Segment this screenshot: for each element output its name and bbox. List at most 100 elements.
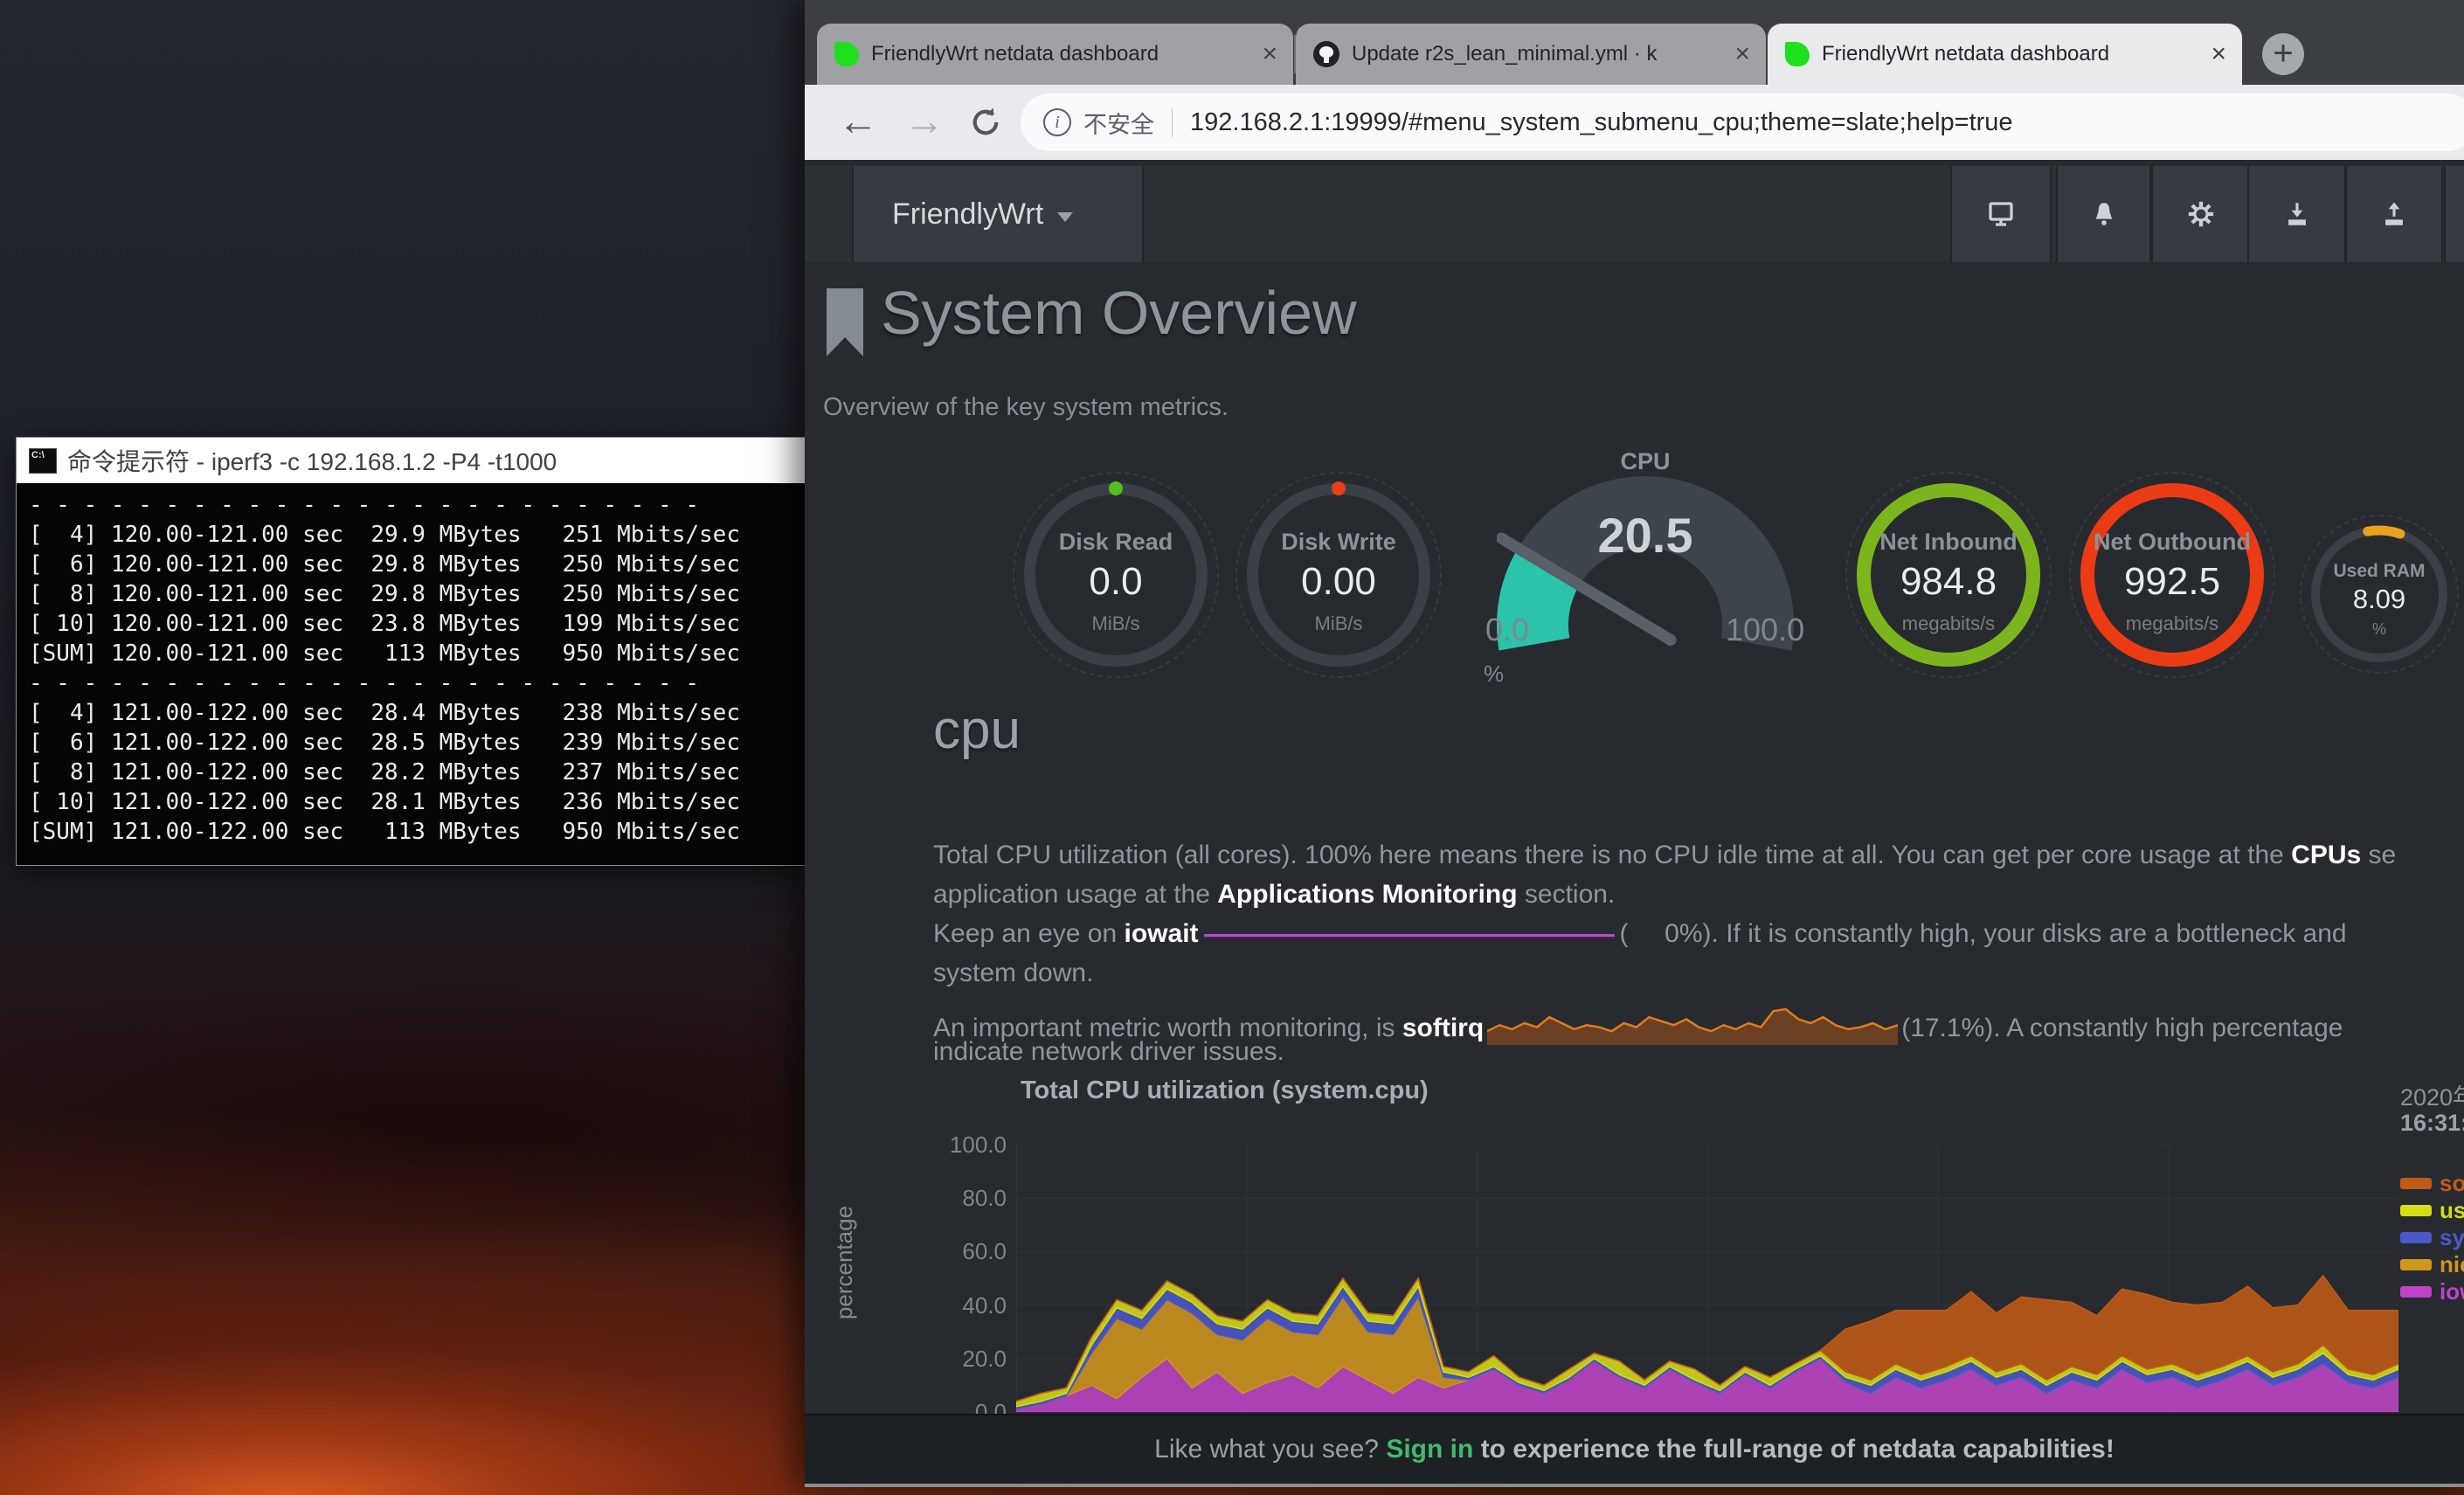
legend-item-iowait[interactable]: iowait — [2400, 1278, 2464, 1305]
browser-window: FriendlyWrt netdata dashboard × Update r… — [805, 0, 2464, 1487]
legend-swatch — [2400, 1259, 2432, 1270]
chart-timestamp-date: 2020年3 — [2400, 1078, 2464, 1112]
cpu-utilization-chart[interactable] — [1016, 1145, 2398, 1412]
close-icon[interactable]: × — [1734, 41, 1750, 67]
tab-github[interactable]: Update r2s_lean_minimal.yml · k × — [1296, 24, 1766, 85]
new-tab-button[interactable]: + — [2262, 33, 2304, 75]
github-icon — [1313, 41, 1339, 67]
softirq-value: 17.1% — [1910, 1014, 1984, 1043]
tab-friendlywrt-2-active[interactable]: FriendlyWrt netdata dashboard × — [1768, 24, 2242, 85]
text: ) — [1984, 1014, 1993, 1042]
close-icon[interactable]: × — [2211, 41, 2226, 67]
browser-window-edge — [805, 1484, 2464, 1487]
cpu-paragraph-line: system down. — [933, 959, 1093, 998]
chart-title: Total CPU utilization (system.cpu) — [1021, 1076, 1429, 1105]
gauge-net-outbound[interactable]: Net Outbound 992.5 megabits/s — [2080, 483, 2264, 667]
iowait-sparkline[interactable] — [1204, 931, 1615, 938]
brand-menu[interactable]: FriendlyWrt — [852, 166, 1144, 262]
cpu-paragraph-line: indicate network driver issues. — [933, 1037, 1284, 1076]
legend-swatch — [2400, 1286, 2432, 1298]
legend-item-nice[interactable]: nice — [2400, 1251, 2464, 1277]
tab-friendlywrt-1[interactable]: FriendlyWrt netdata dashboard × — [817, 24, 1293, 85]
y-tick: 100.0 — [926, 1132, 1007, 1159]
legend-swatch — [2400, 1232, 2432, 1243]
legend-swatch — [2400, 1178, 2432, 1189]
legend-label: nice — [2440, 1251, 2464, 1278]
legend-item-softirq[interactable]: softirq — [2400, 1170, 2464, 1196]
status-dot — [1332, 481, 1346, 495]
reload-icon[interactable] — [967, 104, 1004, 141]
gauge-value: 0.0 — [1024, 560, 1208, 604]
text: Keep an eye on — [933, 919, 1125, 948]
softirq-label: softirq — [1402, 1014, 1484, 1042]
cmd-icon: C:\ — [29, 448, 57, 474]
gauge-unit: megabits/s — [1857, 613, 2040, 635]
cpu-section-heading: cpu — [933, 699, 1021, 761]
gauge-net-inbound[interactable]: Net Inbound 984.8 megabits/s — [1857, 483, 2040, 667]
terminal-output[interactable]: - - - - - - - - - - - - - - - - - - - - … — [17, 483, 806, 865]
gauge-disk-write[interactable]: Disk Write 0.00 MiB/s — [1247, 483, 1430, 667]
legend-item-system[interactable]: system — [2400, 1224, 2464, 1250]
cpu-gauge-value: 20.5 — [1567, 507, 1724, 564]
chart-timestamp-time: 16:31:2 — [2400, 1110, 2464, 1137]
banner-text-bold: to experience the full-range of netdata … — [1473, 1435, 2114, 1464]
print-dashboard-button[interactable] — [1950, 166, 2052, 262]
applications-monitoring-link[interactable]: Applications Monitoring — [1217, 880, 1517, 909]
gauge-value: 0.00 — [1247, 560, 1430, 604]
url-text[interactable]: 192.168.2.1:19999/#menu_system_submenu_c… — [1190, 108, 2013, 137]
softirq-sparkline[interactable] — [1487, 998, 1898, 1047]
cpu-paragraph-line: Keep an eye on iowait(0%). If it is cons… — [933, 919, 2347, 959]
text: ) — [1703, 919, 1712, 948]
gauge-unit: MiB/s — [1024, 613, 1208, 635]
text: ( — [1901, 1014, 1910, 1042]
address-bar[interactable]: i 不安全 192.168.2.1:19999/#menu_system_sub… — [1021, 93, 2464, 151]
text: . A constantly high percentage — [1993, 1014, 2343, 1042]
settings-button[interactable] — [2151, 166, 2251, 262]
text: section. — [1518, 880, 1616, 909]
security-label[interactable]: 不安全 — [1083, 106, 1154, 140]
import-snapshot-button[interactable] — [2247, 166, 2346, 262]
text: Total CPU utilization (all cores). 100% … — [933, 841, 2291, 869]
screen: C:\ 命令提示符 - iperf3 -c 192.168.1.2 -P4 -t… — [0, 0, 2464, 1495]
cpu-gauge-max: 100.0 — [1726, 612, 1804, 648]
banner-text: Like what you see? — [1154, 1435, 1386, 1464]
section-title: System Overview — [881, 278, 1357, 348]
legend-item-user[interactable]: user — [2400, 1197, 2464, 1223]
text: . If it is constantly high, your disks a… — [1712, 919, 2347, 948]
friendlywrt-favicon — [1785, 42, 1810, 66]
cpu-gauge-unit: % — [1484, 661, 1504, 688]
export-snapshot-button[interactable] — [2345, 166, 2443, 262]
gauge-disk-read[interactable]: Disk Read 0.0 MiB/s — [1024, 483, 1208, 667]
cpu-paragraph-line: application usage at the Applications Mo… — [933, 880, 1615, 919]
y-tick: 40.0 — [926, 1292, 1007, 1319]
info-icon[interactable]: i — [1043, 108, 1071, 136]
signin-banner: Like what you see? Sign in to experience… — [805, 1414, 2464, 1485]
netdata-navbar: FriendlyWrt — [805, 166, 2464, 262]
section-subtitle: Overview of the key system metrics. — [823, 393, 1229, 422]
bell-icon — [2089, 199, 2119, 229]
terminal-text: - - - - - - - - - - - - - - - - - - - - … — [17, 483, 806, 854]
gauge-used-ram[interactable]: Used RAM 8.09 % — [2311, 526, 2447, 662]
alarms-button[interactable] — [2056, 166, 2151, 262]
chevron-down-icon — [1057, 212, 1073, 222]
close-icon[interactable]: × — [1262, 41, 1277, 67]
sign-in-link[interactable]: Sign in — [1386, 1435, 1473, 1464]
y-tick: 80.0 — [926, 1185, 1007, 1212]
terminal-titlebar[interactable]: C:\ 命令提示符 - iperf3 -c 192.168.1.2 -P4 -t… — [17, 438, 806, 483]
y-tick: 60.0 — [926, 1238, 1007, 1265]
back-button[interactable]: ← — [838, 97, 878, 144]
legend-label: softirq — [2440, 1170, 2464, 1197]
cpus-link[interactable]: CPUs — [2291, 841, 2361, 869]
forward-button[interactable]: → — [904, 97, 945, 144]
cpu-paragraph-line: An important metric worth monitoring, is… — [933, 998, 2343, 1037]
navbar-cell-cut — [2444, 166, 2464, 262]
gear-icon — [2186, 199, 2216, 229]
terminal-title: 命令提示符 - iperf3 -c 192.168.1.2 -P4 -t1000 — [67, 443, 557, 478]
gauge-unit: megabits/s — [2080, 613, 2264, 635]
tab-title: FriendlyWrt netdata dashboard — [871, 42, 1253, 66]
gauge-label: Disk Write — [1247, 529, 1430, 556]
friendlywrt-favicon — [834, 42, 859, 66]
terminal-window[interactable]: C:\ 命令提示符 - iperf3 -c 192.168.1.2 -P4 -t… — [16, 437, 806, 866]
gauge-value: 8.09 — [2311, 584, 2447, 615]
download-icon — [2282, 199, 2312, 229]
